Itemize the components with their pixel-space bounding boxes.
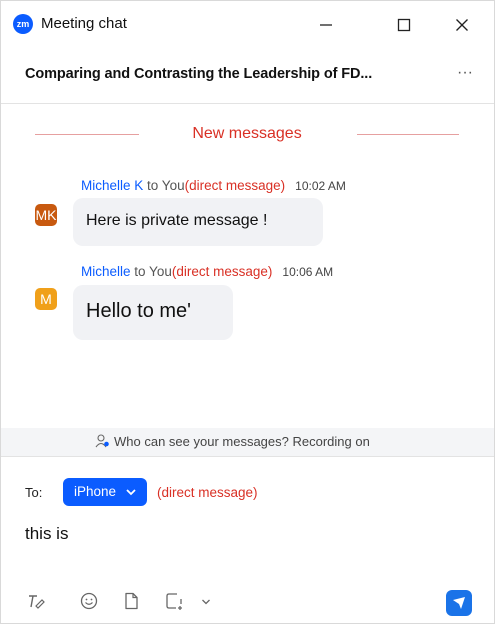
format-button[interactable]	[25, 590, 47, 612]
emoji-icon	[80, 592, 98, 610]
send-button[interactable]	[446, 590, 472, 616]
meeting-chat-window: zm Meeting chat Comparing and Contrastin…	[0, 0, 495, 624]
more-options-button[interactable]: ···	[453, 63, 477, 87]
sender-name[interactable]: Michelle	[81, 264, 131, 279]
new-messages-divider: New messages	[35, 123, 459, 147]
zoom-app-icon: zm	[13, 14, 33, 34]
chat-header: Comparing and Contrasting the Leadership…	[1, 49, 494, 104]
recipient-name: iPhone	[74, 484, 117, 499]
file-icon	[125, 592, 138, 610]
message-bubble: Here is private message !	[73, 198, 323, 246]
screenshot-icon	[166, 593, 182, 610]
people-icon	[95, 434, 109, 448]
message-time: 10:06 AM	[282, 265, 334, 279]
message-meta: Michelle to You(direct message) 10:06 AM	[81, 264, 333, 279]
window-title: Meeting chat	[41, 15, 127, 32]
message-bubble: Hello to me'	[73, 285, 233, 340]
send-icon	[453, 597, 465, 609]
direct-message-tag: (direct message)	[171, 264, 273, 279]
maximize-button[interactable]	[389, 11, 419, 39]
to-label: To:	[25, 485, 43, 500]
visibility-info-bar: Who can see your messages? Recording on	[1, 428, 494, 457]
close-button[interactable]	[447, 11, 477, 39]
recipient-label: to You	[143, 178, 185, 193]
close-icon	[456, 19, 468, 31]
minimize-icon	[320, 24, 332, 26]
recipient-label: to You	[130, 264, 172, 279]
maximize-icon	[397, 18, 411, 32]
file-button[interactable]	[120, 590, 142, 612]
divider-line	[357, 134, 459, 135]
sender-name[interactable]: Michelle K	[81, 178, 143, 193]
message-meta: Michelle K to You(direct message) 10:02 A…	[81, 178, 346, 193]
meeting-title: Comparing and Contrasting the Leadership…	[25, 66, 373, 82]
message-text: Hello to me'	[86, 300, 191, 322]
message-input[interactable]	[25, 520, 465, 548]
message-text: Here is private message !	[86, 212, 268, 229]
visibility-info-text: Who can see your messages? Recording on	[114, 434, 370, 449]
avatar[interactable]: MK	[35, 204, 57, 226]
direct-message-tag: (direct message)	[157, 485, 258, 500]
recipient-dropdown[interactable]: iPhone	[63, 478, 147, 506]
emoji-button[interactable]	[78, 590, 100, 612]
visibility-info[interactable]: Who can see your messages? Recording on	[95, 434, 370, 449]
screenshot-button[interactable]	[163, 590, 185, 612]
direct-message-tag: (direct message)	[184, 178, 286, 193]
title-bar: zm Meeting chat	[1, 1, 494, 49]
message-time: 10:02 AM	[295, 179, 346, 193]
screenshot-options-button[interactable]	[200, 590, 214, 612]
avatar[interactable]: M	[35, 288, 57, 310]
chevron-down-icon	[126, 489, 136, 496]
format-icon	[29, 595, 45, 609]
minimize-button[interactable]	[311, 11, 341, 39]
chevron-down-icon	[202, 599, 210, 605]
